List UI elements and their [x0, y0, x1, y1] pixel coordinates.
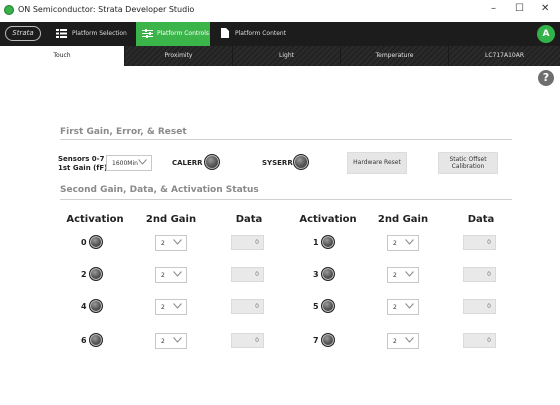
activation-led [89, 333, 103, 347]
tab-platform-controls-label: Platform Controls [157, 30, 210, 37]
sensor-number: 5 [313, 302, 319, 311]
static-offset-label-line1: Static Offset [449, 156, 487, 163]
subtab-touch[interactable]: Touch [0, 46, 124, 66]
chevron-down-icon [138, 159, 147, 165]
second-gain-select[interactable]: 2 [155, 267, 187, 283]
sensor-number: 2 [81, 270, 87, 279]
document-icon [221, 28, 229, 38]
activation-led [321, 333, 335, 347]
chevron-down-icon [173, 303, 182, 309]
close-button[interactable]: ✕ [541, 3, 549, 14]
syserr-led [293, 154, 309, 170]
data-field: 0 [463, 333, 496, 348]
sensor-number: 7 [313, 336, 319, 345]
subtab-bar: Touch Proximity Light Temperature LC717A… [0, 46, 560, 66]
chevron-down-icon [405, 271, 414, 277]
second-gain-value: 2 [161, 338, 165, 345]
data-field: 0 [463, 299, 496, 314]
tab-platform-content-label: Platform Content [235, 30, 287, 37]
subtab-lc717a10ar[interactable]: LC717A10AR [449, 46, 560, 66]
second-gain-value: 2 [393, 272, 397, 279]
section-first-gain-title: First Gain, Error, & Reset [60, 127, 187, 137]
data-field: 0 [463, 235, 496, 250]
top-navbar: Strata Platform Selection Platform Contr… [0, 22, 560, 46]
section-second-gain-title: Second Gain, Data, & Activation Status [60, 185, 259, 195]
activation-led [321, 299, 335, 313]
sensor-number: 0 [81, 238, 87, 247]
first-gain-select[interactable]: 1600Min [106, 155, 152, 171]
sensor-number: 6 [81, 336, 87, 345]
header-activation-left: Activation [66, 214, 124, 225]
sensors-label-line1: Sensors 0-7 [58, 155, 105, 163]
second-gain-select[interactable]: 2 [387, 333, 419, 349]
second-gain-select[interactable]: 2 [387, 299, 419, 315]
second-gain-select[interactable]: 2 [155, 299, 187, 315]
second-gain-value: 2 [393, 240, 397, 247]
chevron-down-icon [173, 271, 182, 277]
calerr-led [204, 154, 220, 170]
first-gain-value: 1600Min [112, 160, 138, 167]
data-field: 0 [231, 333, 264, 348]
sensors-label-line2: 1st Gain (fF) [58, 164, 108, 172]
sensor-number: 4 [81, 302, 87, 311]
header-2nd-gain-right: 2nd Gain [377, 214, 429, 225]
chevron-down-icon [405, 303, 414, 309]
second-gain-select[interactable]: 2 [155, 235, 187, 251]
activation-led [89, 299, 103, 313]
maximize-button[interactable]: ☐ [515, 3, 524, 14]
data-field: 0 [231, 299, 264, 314]
section-divider-2 [60, 199, 512, 200]
app-icon [4, 5, 14, 15]
second-gain-select[interactable]: 2 [387, 235, 419, 251]
minimize-button[interactable]: – [491, 3, 496, 14]
data-field: 0 [463, 267, 496, 282]
list-icon [56, 29, 67, 38]
sensor-number: 1 [313, 238, 319, 247]
activation-led [321, 267, 335, 281]
sensor-number: 3 [313, 270, 319, 279]
window-titlebar: ON Semiconductor: Strata Developer Studi… [0, 0, 560, 23]
tab-platform-content[interactable]: Platform Content [218, 22, 308, 46]
second-gain-value: 2 [161, 240, 165, 247]
second-gain-value: 2 [393, 304, 397, 311]
second-gain-value: 2 [161, 272, 165, 279]
second-gain-select[interactable]: 2 [387, 267, 419, 283]
strata-logo[interactable]: Strata [5, 26, 41, 41]
window-title: ON Semiconductor: Strata Developer Studi… [18, 5, 195, 14]
chevron-down-icon [173, 239, 182, 245]
calerr-label: CALERR [172, 159, 203, 167]
section-divider [60, 139, 512, 140]
second-gain-value: 2 [393, 338, 397, 345]
static-offset-label-line2: Calibration [451, 163, 485, 170]
chevron-down-icon [173, 337, 182, 343]
header-activation-right: Activation [299, 214, 357, 225]
second-gain-value: 2 [161, 304, 165, 311]
activation-led [89, 235, 103, 249]
user-avatar[interactable]: A [537, 25, 555, 43]
header-2nd-gain-left: 2nd Gain [145, 214, 197, 225]
hardware-reset-button[interactable]: Hardware Reset [347, 152, 407, 174]
chevron-down-icon [405, 239, 414, 245]
tab-platform-selection-label: Platform Selection [72, 30, 127, 37]
activation-led [321, 235, 335, 249]
second-gain-select[interactable]: 2 [155, 333, 187, 349]
header-data-left: Data [235, 214, 263, 225]
syserr-label: SYSERR [262, 159, 293, 167]
help-icon[interactable]: ? [538, 70, 554, 86]
sliders-icon [142, 29, 153, 38]
chevron-down-icon [405, 337, 414, 343]
static-offset-calibration-button[interactable]: Static Offset Calibration [438, 152, 498, 174]
subtab-light[interactable]: Light [233, 46, 340, 66]
data-field: 0 [231, 267, 264, 282]
tab-platform-selection[interactable]: Platform Selection [50, 22, 128, 46]
header-data-right: Data [467, 214, 495, 225]
subtab-proximity[interactable]: Proximity [125, 46, 232, 66]
tab-platform-controls[interactable]: Platform Controls [136, 22, 210, 46]
activation-led [89, 267, 103, 281]
data-field: 0 [231, 235, 264, 250]
subtab-temperature[interactable]: Temperature [341, 46, 448, 66]
